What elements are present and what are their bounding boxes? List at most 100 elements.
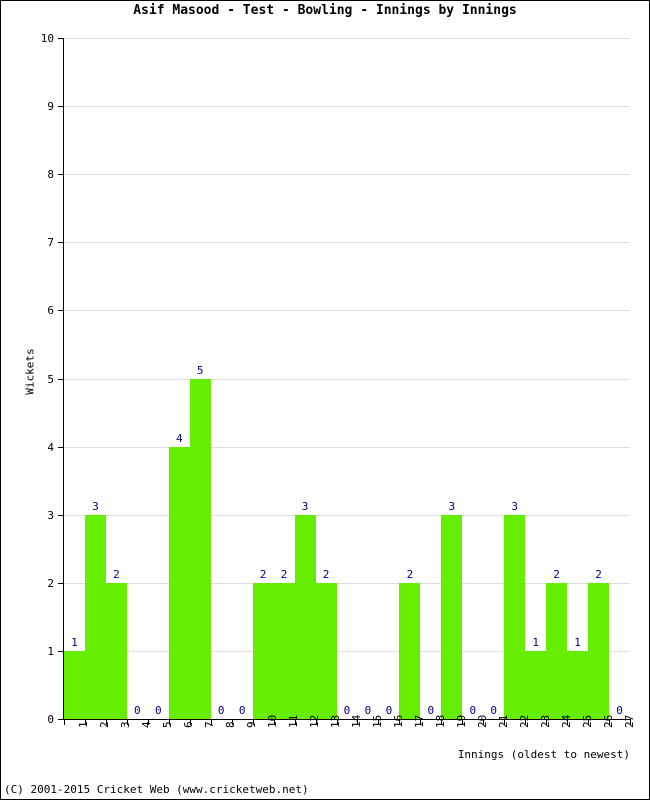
- bar-value-label: 2: [553, 567, 560, 581]
- x-tick-label: 21: [496, 714, 510, 728]
- y-tick-label: 1: [47, 644, 54, 658]
- x-tick-label: 17: [412, 714, 426, 728]
- x-tick-label: 6: [182, 721, 196, 728]
- y-tick-mark: [58, 242, 64, 244]
- bar-value-label: 1: [71, 635, 78, 649]
- bar[interactable]: [588, 582, 610, 719]
- bar-value-label: 5: [196, 363, 204, 377]
- bar-value-label: 3: [92, 499, 99, 513]
- bar[interactable]: [64, 650, 85, 719]
- y-tick-mark: [58, 174, 64, 176]
- x-axis-label: Innings (oldest to newest): [457, 748, 630, 761]
- y-tick-mark: [58, 650, 64, 652]
- bar-value-label: 2: [280, 567, 288, 581]
- y-tick-label: 0: [47, 713, 54, 726]
- bar-value-label: 1: [574, 635, 581, 649]
- y-tick-label: 2: [47, 576, 54, 590]
- x-tick-label: 27: [622, 714, 636, 728]
- x-tick-label: 18: [433, 714, 447, 728]
- y-tick-label: 8: [47, 168, 54, 182]
- x-tick-label: 5: [161, 721, 175, 728]
- bar[interactable]: [441, 514, 463, 719]
- gridline: [64, 446, 630, 448]
- bar-value-label: 0: [134, 704, 141, 717]
- gridline: [64, 38, 630, 39]
- y-tick-mark: [58, 514, 64, 516]
- y-tick-mark: [58, 310, 64, 312]
- y-tick-mark: [58, 582, 64, 584]
- bar[interactable]: [189, 378, 211, 719]
- x-tick-label: 22: [517, 714, 531, 728]
- y-tick-label: 6: [47, 304, 54, 318]
- bar-value-label: 3: [511, 499, 518, 513]
- x-tick-label: 24: [559, 714, 573, 728]
- x-tick-label: 10: [266, 714, 280, 728]
- x-tick-label: 12: [308, 714, 322, 728]
- y-tick-label: 10: [40, 32, 54, 45]
- y-tick-mark: [58, 38, 64, 39]
- bar[interactable]: [252, 582, 274, 719]
- y-tick-mark: [58, 378, 64, 380]
- plot-area: 132004500223200020300312120: [64, 38, 630, 719]
- y-axis-label: Wickets: [23, 348, 37, 395]
- bar-value-label: 3: [301, 499, 309, 513]
- bar[interactable]: [294, 514, 316, 719]
- x-tick-label: 8: [224, 721, 238, 728]
- bar[interactable]: [567, 650, 589, 719]
- y-tick-label: 5: [47, 372, 54, 386]
- chart-page: Asif Masood - Test - Bowling - Innings b…: [0, 0, 650, 800]
- bar-value-label: 2: [595, 567, 602, 581]
- bar[interactable]: [105, 582, 127, 719]
- bar-value-label: 1: [532, 635, 539, 649]
- bar-value-label: 0: [238, 704, 246, 717]
- gridline: [64, 310, 630, 312]
- x-tick-label: 4: [140, 721, 154, 728]
- y-tick-label: 3: [47, 508, 54, 522]
- bar[interactable]: [168, 446, 190, 719]
- y-tick-label: 9: [47, 100, 54, 114]
- bar[interactable]: [315, 582, 337, 719]
- x-tick-label: 23: [538, 714, 552, 728]
- x-tick-mark: [64, 720, 65, 725]
- bar-value-label: 4: [175, 431, 183, 445]
- y-tick-mark: [58, 106, 64, 108]
- bar-value-label: 2: [322, 567, 330, 581]
- gridline: [64, 174, 630, 176]
- gridline: [64, 242, 630, 244]
- x-tick-label: 11: [287, 714, 301, 728]
- x-tick-label: 26: [601, 714, 615, 728]
- bar[interactable]: [399, 582, 421, 719]
- x-tick-label: 13: [329, 714, 343, 728]
- bar[interactable]: [273, 582, 295, 719]
- bar-value-label: 0: [155, 704, 162, 717]
- x-tick-label: 16: [391, 714, 405, 728]
- bar-value-label: 3: [448, 499, 456, 513]
- gridline: [64, 514, 630, 516]
- x-tick-label: 9: [245, 721, 259, 728]
- x-tick-label: 20: [475, 714, 489, 728]
- bar-value-label: 2: [406, 567, 414, 581]
- x-tick-label: 2: [98, 721, 112, 728]
- x-tick-label: 7: [203, 721, 217, 728]
- x-tick-label: 25: [580, 714, 594, 728]
- x-tick-label: 14: [350, 714, 363, 728]
- bar[interactable]: [504, 514, 526, 719]
- y-tick-label: 4: [47, 440, 54, 454]
- page-title: Asif Masood - Test - Bowling - Innings b…: [133, 3, 517, 18]
- bar-value-label: 2: [259, 567, 267, 581]
- gridline: [64, 582, 630, 584]
- bar[interactable]: [84, 514, 106, 719]
- x-tick-label: 3: [119, 721, 133, 728]
- copyright-footer: (C) 2001-2015 Cricket Web (www.cricketwe…: [4, 783, 309, 796]
- bar-value-label: 0: [217, 704, 225, 717]
- gridline: [64, 378, 630, 380]
- gridline: [64, 106, 630, 108]
- y-tick-mark: [58, 446, 64, 448]
- bar-value-label: 2: [113, 567, 120, 581]
- x-tick-label: 1: [77, 721, 91, 728]
- x-tick-label: 19: [454, 714, 468, 728]
- bar[interactable]: [525, 650, 547, 719]
- x-tick-label: 15: [370, 714, 384, 728]
- bar[interactable]: [546, 582, 568, 719]
- y-tick-label: 7: [47, 236, 54, 250]
